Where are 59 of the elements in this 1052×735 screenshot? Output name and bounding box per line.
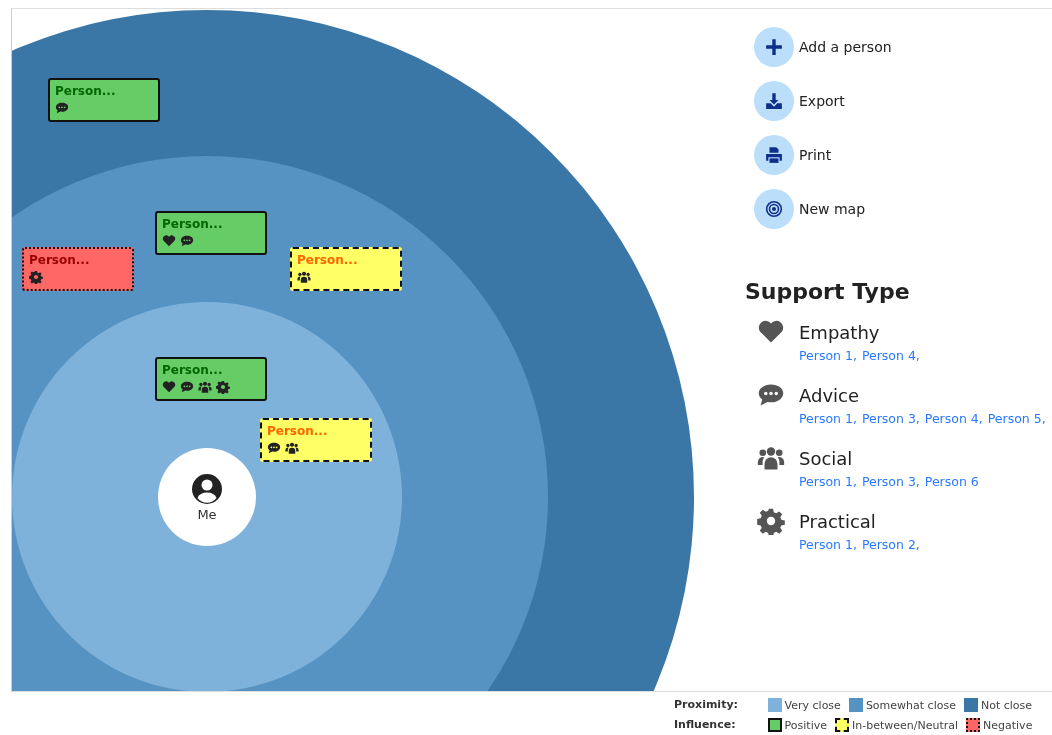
legend-text: In-between/Neutral (851, 718, 959, 732)
person-name: Person... (297, 253, 359, 267)
person-card[interactable]: Person... (155, 357, 267, 401)
action-button[interactable]: New map (754, 189, 1046, 229)
legend-text: Not close (980, 698, 1033, 712)
person-link[interactable]: Person 1, (799, 474, 857, 489)
person-name: Person... (29, 253, 91, 267)
speech-bubble-icon (267, 441, 281, 455)
person-card[interactable]: Person... (290, 247, 402, 291)
me-label: Me (197, 506, 217, 522)
legend-text: Negative (983, 718, 1033, 732)
support-type-name: Practical (799, 510, 877, 532)
person-link[interactable]: Person 2, (861, 537, 920, 552)
legend-text: Very close (784, 698, 841, 712)
person-name: Person... (162, 363, 224, 377)
gear-icon (29, 270, 43, 284)
people-icon (198, 380, 212, 394)
person-link[interactable]: Person 4, (924, 411, 983, 426)
person-link[interactable]: Person 6 (924, 474, 979, 489)
person-card[interactable]: Person... (22, 247, 134, 291)
legend-text: Somewhat close (865, 698, 956, 712)
person-link[interactable]: Person 3, (861, 474, 920, 489)
speech-bubble-icon (55, 101, 69, 115)
legend-text: Positive (784, 718, 827, 732)
support-type-name: Social (799, 447, 854, 469)
person-card[interactable]: Person... (260, 418, 372, 462)
support-type-name: Advice (799, 384, 861, 406)
target-icon (754, 189, 794, 229)
plus-icon (754, 27, 794, 67)
action-button[interactable]: Export (754, 81, 1046, 121)
section-title: Support Type (745, 279, 911, 304)
gear-icon (757, 507, 785, 535)
person-link[interactable]: Person 1, (799, 348, 857, 363)
action-button[interactable]: Add a person (754, 27, 1046, 67)
people-icon (285, 441, 299, 455)
person-link[interactable]: Person 4, (861, 348, 920, 363)
person-name: Person... (162, 217, 224, 231)
people-icon (297, 270, 311, 284)
user-avatar-icon (191, 472, 223, 505)
support-type-name: Empathy (799, 321, 881, 343)
person-name: Person... (55, 84, 117, 98)
person-link[interactable]: Person 3, (861, 411, 920, 426)
person-card[interactable]: Person... (155, 211, 267, 255)
gear-icon (216, 380, 230, 394)
heart-icon (162, 234, 176, 248)
speech-bubble-icon (180, 380, 194, 394)
legend-label: Proximity: (674, 698, 739, 712)
person-name: Person... (267, 424, 329, 438)
person-link[interactable]: Person 5, (987, 411, 1046, 426)
person-link[interactable]: Person 1, (799, 537, 857, 552)
speech-bubble-icon (180, 234, 194, 248)
download-icon (754, 81, 794, 121)
printer-icon (754, 135, 794, 175)
person-card[interactable]: Person... (48, 78, 160, 122)
people-icon (757, 444, 785, 472)
heart-icon (162, 380, 176, 394)
legend-label: Influence: (674, 718, 737, 732)
action-button[interactable]: Print (754, 135, 1046, 175)
person-link[interactable]: Person 1, (799, 411, 857, 426)
